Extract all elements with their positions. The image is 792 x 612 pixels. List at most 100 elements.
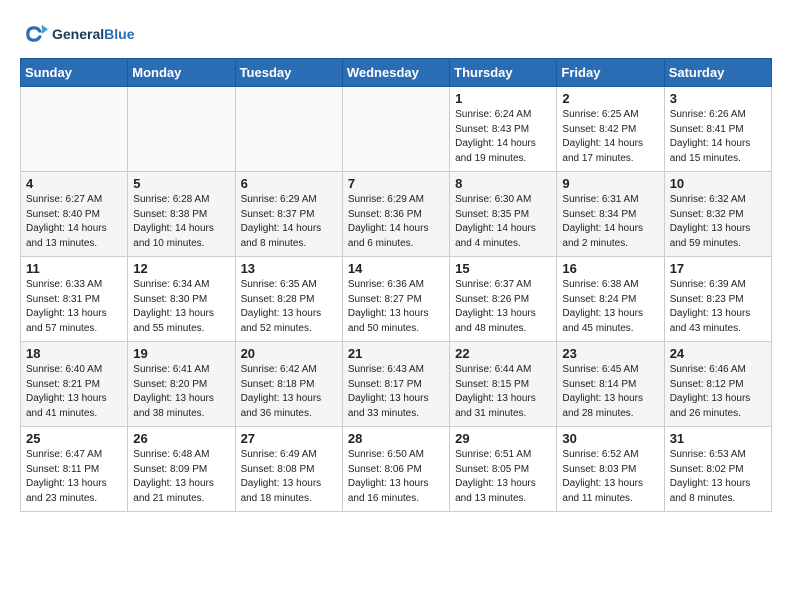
calendar-day: 29 Sunrise: 6:51 AM Sunset: 8:05 PM Dayl… xyxy=(450,427,557,512)
calendar-day: 17 Sunrise: 6:39 AM Sunset: 8:23 PM Dayl… xyxy=(664,257,771,342)
day-info: Sunrise: 6:36 AM Sunset: 8:27 PM Dayligh… xyxy=(348,278,444,336)
day-number: 8 xyxy=(455,176,551,191)
day-number: 9 xyxy=(562,176,658,191)
calendar-day: 31 Sunrise: 6:53 AM Sunset: 8:02 PM Dayl… xyxy=(664,427,771,512)
day-number: 25 xyxy=(26,431,122,446)
day-info: Sunrise: 6:53 AM Sunset: 8:02 PM Dayligh… xyxy=(670,448,766,506)
day-number: 21 xyxy=(348,346,444,361)
calendar-week-3: 11 Sunrise: 6:33 AM Sunset: 8:31 PM Dayl… xyxy=(21,257,772,342)
calendar-day: 21 Sunrise: 6:43 AM Sunset: 8:17 PM Dayl… xyxy=(342,342,449,427)
calendar-day: 1 Sunrise: 6:24 AM Sunset: 8:43 PM Dayli… xyxy=(450,87,557,172)
day-number: 15 xyxy=(455,261,551,276)
calendar-table: SundayMondayTuesdayWednesdayThursdayFrid… xyxy=(20,58,772,512)
day-number: 10 xyxy=(670,176,766,191)
calendar-week-4: 18 Sunrise: 6:40 AM Sunset: 8:21 PM Dayl… xyxy=(21,342,772,427)
day-number: 29 xyxy=(455,431,551,446)
calendar-day: 15 Sunrise: 6:37 AM Sunset: 8:26 PM Dayl… xyxy=(450,257,557,342)
day-info: Sunrise: 6:41 AM Sunset: 8:20 PM Dayligh… xyxy=(133,363,229,421)
calendar-week-2: 4 Sunrise: 6:27 AM Sunset: 8:40 PM Dayli… xyxy=(21,172,772,257)
day-info: Sunrise: 6:25 AM Sunset: 8:42 PM Dayligh… xyxy=(562,108,658,166)
day-info: Sunrise: 6:48 AM Sunset: 8:09 PM Dayligh… xyxy=(133,448,229,506)
calendar-week-1: 1 Sunrise: 6:24 AM Sunset: 8:43 PM Dayli… xyxy=(21,87,772,172)
calendar-day: 10 Sunrise: 6:32 AM Sunset: 8:32 PM Dayl… xyxy=(664,172,771,257)
calendar-day: 13 Sunrise: 6:35 AM Sunset: 8:28 PM Dayl… xyxy=(235,257,342,342)
day-number: 18 xyxy=(26,346,122,361)
day-number: 30 xyxy=(562,431,658,446)
calendar-day: 20 Sunrise: 6:42 AM Sunset: 8:18 PM Dayl… xyxy=(235,342,342,427)
day-number: 12 xyxy=(133,261,229,276)
day-info: Sunrise: 6:44 AM Sunset: 8:15 PM Dayligh… xyxy=(455,363,551,421)
day-info: Sunrise: 6:32 AM Sunset: 8:32 PM Dayligh… xyxy=(670,193,766,251)
day-info: Sunrise: 6:37 AM Sunset: 8:26 PM Dayligh… xyxy=(455,278,551,336)
day-info: Sunrise: 6:24 AM Sunset: 8:43 PM Dayligh… xyxy=(455,108,551,166)
day-header-wednesday: Wednesday xyxy=(342,59,449,87)
day-number: 28 xyxy=(348,431,444,446)
day-info: Sunrise: 6:49 AM Sunset: 8:08 PM Dayligh… xyxy=(241,448,337,506)
calendar-day: 6 Sunrise: 6:29 AM Sunset: 8:37 PM Dayli… xyxy=(235,172,342,257)
day-number: 4 xyxy=(26,176,122,191)
day-number: 2 xyxy=(562,91,658,106)
calendar-day: 3 Sunrise: 6:26 AM Sunset: 8:41 PM Dayli… xyxy=(664,87,771,172)
day-number: 1 xyxy=(455,91,551,106)
day-info: Sunrise: 6:42 AM Sunset: 8:18 PM Dayligh… xyxy=(241,363,337,421)
day-number: 13 xyxy=(241,261,337,276)
calendar-day xyxy=(128,87,235,172)
calendar-day: 9 Sunrise: 6:31 AM Sunset: 8:34 PM Dayli… xyxy=(557,172,664,257)
page-header: GeneralBlue xyxy=(20,20,772,48)
day-info: Sunrise: 6:50 AM Sunset: 8:06 PM Dayligh… xyxy=(348,448,444,506)
day-number: 23 xyxy=(562,346,658,361)
calendar-week-5: 25 Sunrise: 6:47 AM Sunset: 8:11 PM Dayl… xyxy=(21,427,772,512)
day-info: Sunrise: 6:27 AM Sunset: 8:40 PM Dayligh… xyxy=(26,193,122,251)
day-number: 5 xyxy=(133,176,229,191)
day-number: 6 xyxy=(241,176,337,191)
day-number: 3 xyxy=(670,91,766,106)
calendar-day: 5 Sunrise: 6:28 AM Sunset: 8:38 PM Dayli… xyxy=(128,172,235,257)
day-info: Sunrise: 6:31 AM Sunset: 8:34 PM Dayligh… xyxy=(562,193,658,251)
day-info: Sunrise: 6:39 AM Sunset: 8:23 PM Dayligh… xyxy=(670,278,766,336)
day-header-tuesday: Tuesday xyxy=(235,59,342,87)
logo: GeneralBlue xyxy=(20,20,134,48)
day-info: Sunrise: 6:26 AM Sunset: 8:41 PM Dayligh… xyxy=(670,108,766,166)
calendar-day xyxy=(342,87,449,172)
days-header-row: SundayMondayTuesdayWednesdayThursdayFrid… xyxy=(21,59,772,87)
day-info: Sunrise: 6:46 AM Sunset: 8:12 PM Dayligh… xyxy=(670,363,766,421)
calendar-day: 25 Sunrise: 6:47 AM Sunset: 8:11 PM Dayl… xyxy=(21,427,128,512)
day-info: Sunrise: 6:29 AM Sunset: 8:37 PM Dayligh… xyxy=(241,193,337,251)
calendar-day: 11 Sunrise: 6:33 AM Sunset: 8:31 PM Dayl… xyxy=(21,257,128,342)
day-info: Sunrise: 6:28 AM Sunset: 8:38 PM Dayligh… xyxy=(133,193,229,251)
day-header-saturday: Saturday xyxy=(664,59,771,87)
day-info: Sunrise: 6:47 AM Sunset: 8:11 PM Dayligh… xyxy=(26,448,122,506)
day-info: Sunrise: 6:29 AM Sunset: 8:36 PM Dayligh… xyxy=(348,193,444,251)
day-header-friday: Friday xyxy=(557,59,664,87)
day-header-monday: Monday xyxy=(128,59,235,87)
day-header-thursday: Thursday xyxy=(450,59,557,87)
day-number: 31 xyxy=(670,431,766,446)
calendar-day xyxy=(21,87,128,172)
calendar-day: 28 Sunrise: 6:50 AM Sunset: 8:06 PM Dayl… xyxy=(342,427,449,512)
day-number: 20 xyxy=(241,346,337,361)
day-info: Sunrise: 6:34 AM Sunset: 8:30 PM Dayligh… xyxy=(133,278,229,336)
calendar-day: 8 Sunrise: 6:30 AM Sunset: 8:35 PM Dayli… xyxy=(450,172,557,257)
day-info: Sunrise: 6:35 AM Sunset: 8:28 PM Dayligh… xyxy=(241,278,337,336)
day-number: 26 xyxy=(133,431,229,446)
logo-text: GeneralBlue xyxy=(52,26,134,42)
day-info: Sunrise: 6:40 AM Sunset: 8:21 PM Dayligh… xyxy=(26,363,122,421)
calendar-day: 16 Sunrise: 6:38 AM Sunset: 8:24 PM Dayl… xyxy=(557,257,664,342)
day-number: 24 xyxy=(670,346,766,361)
calendar-day: 30 Sunrise: 6:52 AM Sunset: 8:03 PM Dayl… xyxy=(557,427,664,512)
day-info: Sunrise: 6:45 AM Sunset: 8:14 PM Dayligh… xyxy=(562,363,658,421)
day-number: 16 xyxy=(562,261,658,276)
day-number: 27 xyxy=(241,431,337,446)
calendar-day: 19 Sunrise: 6:41 AM Sunset: 8:20 PM Dayl… xyxy=(128,342,235,427)
calendar-day: 2 Sunrise: 6:25 AM Sunset: 8:42 PM Dayli… xyxy=(557,87,664,172)
logo-icon xyxy=(20,20,48,48)
day-info: Sunrise: 6:33 AM Sunset: 8:31 PM Dayligh… xyxy=(26,278,122,336)
day-info: Sunrise: 6:38 AM Sunset: 8:24 PM Dayligh… xyxy=(562,278,658,336)
day-info: Sunrise: 6:30 AM Sunset: 8:35 PM Dayligh… xyxy=(455,193,551,251)
calendar-day: 23 Sunrise: 6:45 AM Sunset: 8:14 PM Dayl… xyxy=(557,342,664,427)
calendar-day: 7 Sunrise: 6:29 AM Sunset: 8:36 PM Dayli… xyxy=(342,172,449,257)
day-number: 22 xyxy=(455,346,551,361)
calendar-day: 26 Sunrise: 6:48 AM Sunset: 8:09 PM Dayl… xyxy=(128,427,235,512)
day-number: 17 xyxy=(670,261,766,276)
day-number: 14 xyxy=(348,261,444,276)
